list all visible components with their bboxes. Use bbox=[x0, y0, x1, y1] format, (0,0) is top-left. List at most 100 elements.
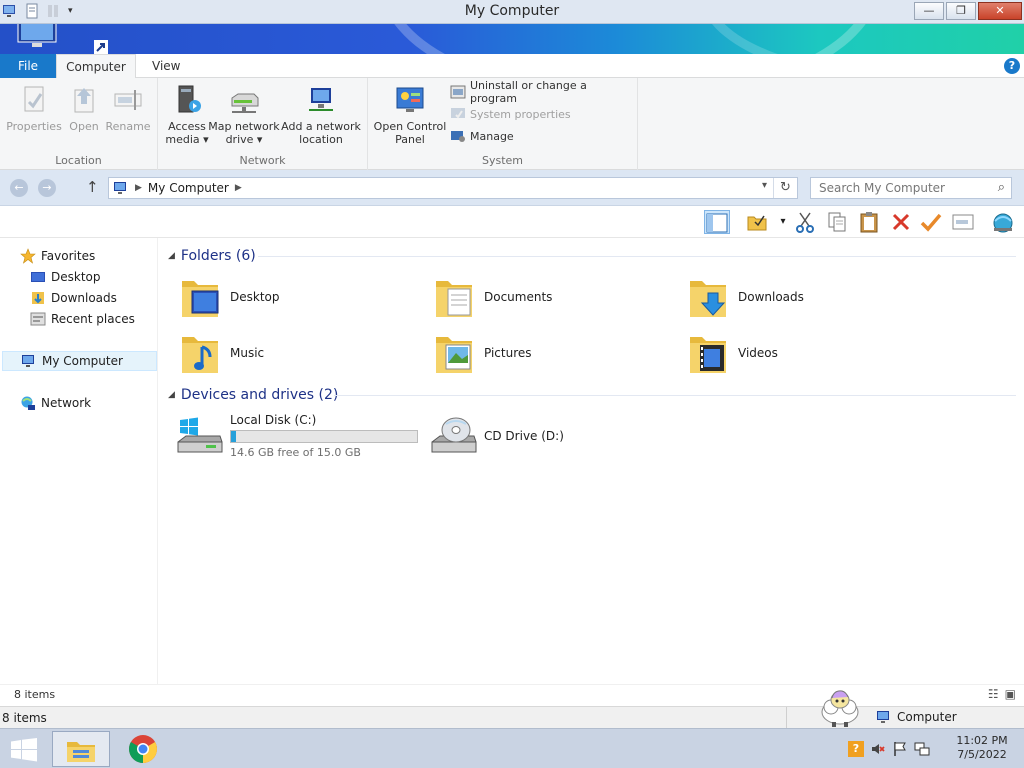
up-button[interactable]: ↑ bbox=[86, 178, 99, 196]
nav-favorites[interactable]: Favorites bbox=[20, 246, 95, 266]
copy-icon[interactable] bbox=[824, 210, 850, 234]
breadcrumb-my-computer[interactable]: My Computer bbox=[148, 181, 229, 195]
folder-item-desktop[interactable]: Desktop bbox=[178, 272, 418, 322]
windows-start-icon[interactable] bbox=[10, 738, 38, 762]
close-button[interactable]: ✕ bbox=[978, 2, 1022, 20]
taskbar-file-explorer[interactable] bbox=[52, 731, 110, 767]
open-button[interactable]: Open bbox=[64, 84, 104, 133]
back-button[interactable]: ← bbox=[10, 179, 28, 197]
nav-downloads[interactable]: Downloads bbox=[30, 288, 117, 308]
delete-icon[interactable] bbox=[888, 210, 914, 234]
devices-heading: Devices and drives (2) bbox=[180, 387, 339, 403]
system-properties-label: System properties bbox=[470, 107, 571, 121]
breadcrumb-separator-end[interactable]: ▶ bbox=[235, 183, 242, 193]
view-switcher: ☷ ▣ bbox=[988, 687, 1016, 701]
tab-view[interactable]: View bbox=[140, 54, 192, 78]
search-input[interactable]: Search My Computer ⌕ bbox=[810, 177, 1012, 199]
folder-label: Music bbox=[230, 346, 265, 360]
ribbon-group-network: Access media ▾ Map network drive ▾ Add a… bbox=[158, 78, 368, 170]
cd-drive-icon bbox=[431, 417, 477, 453]
folder-item-videos[interactable]: Videos bbox=[686, 328, 926, 378]
network-status-icon[interactable] bbox=[914, 741, 930, 757]
collapse-arrow-icon[interactable]: ◢ bbox=[168, 251, 175, 261]
window-controls: — ❐ ✕ bbox=[914, 2, 1022, 20]
title-bar: ▾ My Computer — ❐ ✕ bbox=[0, 0, 1024, 24]
minimize-button[interactable]: — bbox=[914, 2, 944, 20]
large-icons-view-icon[interactable]: ▣ bbox=[1005, 687, 1016, 701]
folder-options-icon[interactable] bbox=[744, 210, 770, 234]
desktop-computer-icon bbox=[17, 24, 57, 47]
forward-button[interactable]: → bbox=[38, 179, 56, 197]
manage-label: Manage bbox=[470, 129, 514, 143]
collapse-arrow-icon[interactable]: ◢ bbox=[168, 390, 175, 400]
nav-recent-places[interactable]: Recent places bbox=[30, 309, 135, 329]
system-properties-icon bbox=[451, 108, 465, 119]
properties-button[interactable]: Properties bbox=[6, 84, 62, 133]
flag-icon[interactable] bbox=[892, 741, 908, 757]
search-icon[interactable]: ⌕ bbox=[998, 178, 1005, 198]
tab-file[interactable]: File bbox=[0, 54, 56, 78]
nav-favorites-label: Favorites bbox=[41, 249, 96, 263]
address-dropdown-icon[interactable]: ▾ bbox=[762, 180, 767, 191]
computer-icon bbox=[877, 711, 889, 723]
open-icon bbox=[74, 88, 94, 113]
folder-item-documents[interactable]: Documents bbox=[432, 272, 672, 322]
rename-toolbar-icon[interactable] bbox=[950, 210, 976, 234]
clock-time: 11:02 PM bbox=[956, 734, 1008, 747]
ribbon-group-system: Open Control Panel Uninstall or change a… bbox=[368, 78, 638, 170]
folder-label: Pictures bbox=[484, 346, 532, 360]
nav-desktop[interactable]: Desktop bbox=[30, 267, 101, 287]
folder-item-downloads[interactable]: Downloads bbox=[686, 272, 926, 322]
system-tray: ? bbox=[848, 741, 930, 757]
folder-item-music[interactable]: Music bbox=[178, 328, 418, 378]
taskbar-chrome[interactable] bbox=[114, 731, 172, 767]
ribbon-group-location: Properties Open Rename Location bbox=[0, 78, 158, 170]
nav-my-computer[interactable]: My Computer bbox=[2, 351, 157, 371]
folder-item-pictures[interactable]: Pictures bbox=[432, 328, 672, 378]
navigation-pane: Favorites Desktop Downloads Recent place… bbox=[0, 238, 158, 684]
layout-icon[interactable] bbox=[704, 210, 730, 234]
drive-name: Local Disk (C:) bbox=[230, 413, 317, 427]
maximize-button[interactable]: ❐ bbox=[946, 2, 976, 20]
drive-item-local-disk[interactable]: Local Disk (C:) 14.6 GB free of 15.0 GB bbox=[176, 410, 418, 462]
help-button[interactable]: ? bbox=[1004, 58, 1020, 74]
drive-info: Local Disk (C:) 14.6 GB free of 15.0 GB bbox=[230, 413, 418, 459]
devices-section-header[interactable]: ◢ Devices and drives (2) bbox=[168, 384, 338, 406]
info-location: Computer bbox=[876, 710, 957, 724]
taskbar-clock[interactable]: 11:02 PM 7/5/2022 bbox=[952, 734, 1012, 762]
nav-network[interactable]: Network bbox=[20, 393, 91, 413]
cut-icon[interactable] bbox=[792, 210, 818, 234]
add-network-location-button[interactable]: Add a network location bbox=[280, 84, 362, 146]
tab-computer[interactable]: Computer bbox=[56, 54, 136, 79]
action-center-question-icon[interactable]: ? bbox=[848, 741, 864, 757]
nav-recent-label: Recent places bbox=[51, 312, 135, 326]
map-network-drive-button[interactable]: Map network drive ▾ bbox=[208, 84, 280, 146]
music-folder-icon bbox=[182, 337, 218, 373]
disk-usage-fill bbox=[231, 431, 237, 442]
checkmark-icon[interactable] bbox=[918, 210, 944, 234]
folders-section-header[interactable]: ◢ Folders (6) bbox=[168, 245, 256, 267]
navigation-bar: ← → ↑ ▶ My Computer ▶ ▾ ↻ Search My Comp… bbox=[0, 170, 1024, 206]
item-count: 8 items bbox=[14, 688, 56, 701]
location-group-label: Location bbox=[55, 154, 102, 167]
uninstall-program-button[interactable]: Uninstall or change a program bbox=[450, 79, 637, 105]
system-properties-button[interactable]: System properties bbox=[450, 104, 571, 124]
drive-item-cd-drive[interactable]: CD Drive (D:) bbox=[430, 410, 564, 462]
network-group-label: Network bbox=[239, 154, 286, 167]
access-media-label-2: media ▾ bbox=[165, 133, 209, 146]
refresh-button[interactable]: ↻ bbox=[773, 178, 797, 198]
open-control-panel-button[interactable]: Open Control Panel bbox=[372, 84, 448, 146]
access-media-button[interactable]: Access media ▾ bbox=[162, 84, 212, 146]
manage-button[interactable]: Manage bbox=[450, 126, 514, 146]
globe-icon[interactable] bbox=[990, 210, 1016, 234]
breadcrumb-separator[interactable]: ▶ bbox=[135, 183, 142, 193]
details-view-icon[interactable]: ☷ bbox=[988, 687, 999, 701]
sheep-mascot-icon[interactable] bbox=[818, 688, 862, 728]
system-group-label: System bbox=[481, 154, 524, 167]
paste-icon[interactable] bbox=[856, 210, 882, 234]
rename-button[interactable]: Rename bbox=[104, 84, 152, 133]
taskbar: ? 11:02 PM 7/5/2022 bbox=[0, 728, 1024, 768]
desktop-folder-icon bbox=[182, 281, 219, 317]
address-bar[interactable]: ▶ My Computer ▶ ▾ ↻ bbox=[108, 177, 798, 199]
volume-muted-icon[interactable] bbox=[870, 741, 886, 757]
